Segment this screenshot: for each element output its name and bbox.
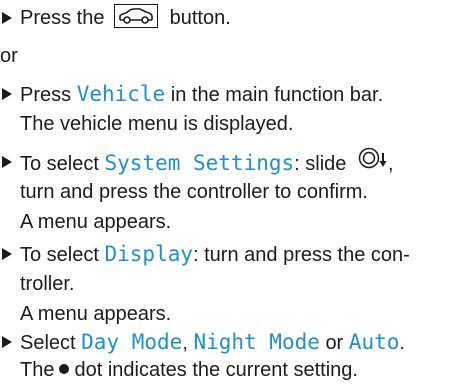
step5-end: . bbox=[399, 332, 405, 354]
step3-post: : slide bbox=[294, 152, 347, 175]
display-term: Display bbox=[104, 242, 194, 266]
step5-sep: , bbox=[182, 332, 188, 354]
bullet-arrow-icon bbox=[2, 248, 12, 260]
step4-pre: To select bbox=[20, 244, 99, 266]
car-button-icon bbox=[114, 4, 159, 29]
bullet-arrow-icon bbox=[2, 88, 12, 100]
step5-or: or bbox=[325, 332, 344, 354]
or-separator: or bbox=[0, 45, 18, 67]
step4-continuation: troller. bbox=[20, 273, 75, 295]
vehicle-term: Vehicle bbox=[76, 82, 166, 106]
bullet-arrow-icon bbox=[2, 12, 12, 24]
auto-term: Auto bbox=[348, 330, 400, 354]
controller-slide-down-icon bbox=[358, 147, 388, 178]
step5-pre: Select bbox=[20, 332, 76, 354]
step4-post: : turn and press the con- bbox=[193, 244, 410, 266]
step3-result: A menu appears. bbox=[20, 211, 172, 233]
step5-line2-post: dot indicates the current setting. bbox=[74, 359, 358, 381]
step4-result: A menu appears. bbox=[20, 303, 172, 325]
step1-post: button. bbox=[169, 7, 231, 29]
step5-line2-pre: The bbox=[20, 359, 55, 381]
night-mode-term: Night Mode bbox=[193, 330, 320, 354]
step1-pre: Press the bbox=[20, 7, 105, 29]
day-mode-term: Day Mode bbox=[81, 330, 183, 354]
bullet-arrow-icon bbox=[2, 156, 12, 168]
step3-pre: To select bbox=[20, 152, 99, 175]
selected-dot-icon bbox=[59, 364, 70, 375]
system-settings-term: System Settings bbox=[104, 150, 295, 175]
bullet-arrow-icon bbox=[2, 336, 12, 348]
step2-post: in the main function bar. bbox=[170, 84, 384, 106]
step2-pre: Press bbox=[20, 84, 72, 106]
step3-instruction: turn and press the controller to confirm… bbox=[20, 181, 368, 203]
step2-result: The vehicle menu is displayed. bbox=[20, 113, 294, 135]
instruction-page: Press the button. or Press Vehicle in th… bbox=[0, 0, 467, 383]
